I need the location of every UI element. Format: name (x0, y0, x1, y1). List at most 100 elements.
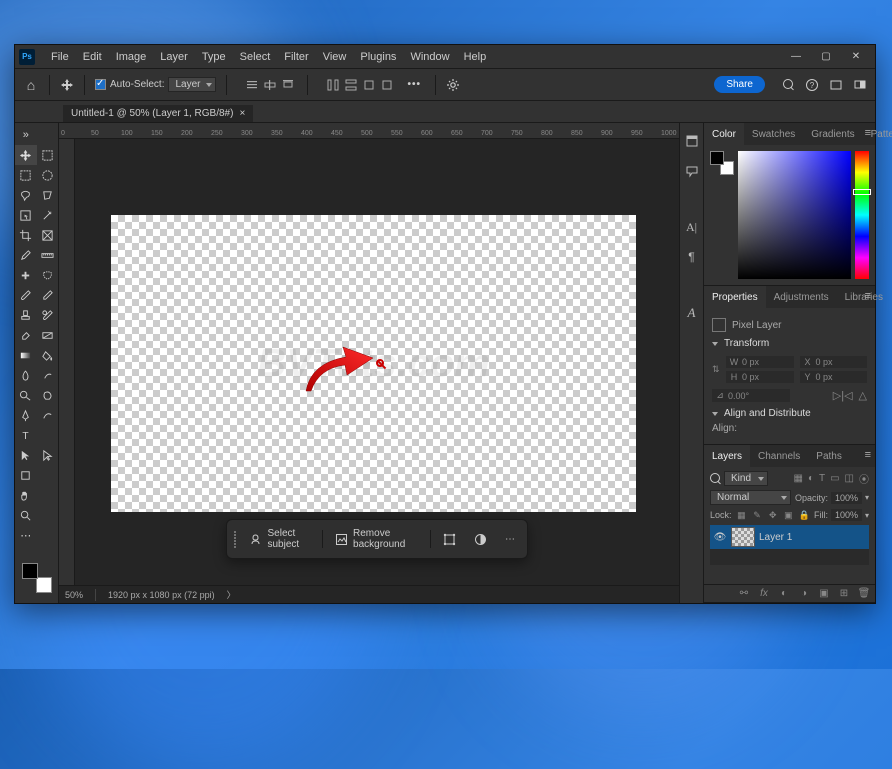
window-maximize-button[interactable]: ▢ (811, 48, 841, 66)
align-icon[interactable] (261, 76, 279, 94)
distribute-icon[interactable] (378, 76, 396, 94)
vtype-tool[interactable] (37, 425, 59, 445)
paragraph-panel-icon[interactable]: ¶ (684, 249, 700, 265)
freepen-tool[interactable] (37, 405, 59, 425)
lock-paint-icon[interactable]: ✎ (751, 510, 763, 521)
move-tool[interactable] (15, 145, 37, 165)
patch-tool[interactable] (37, 265, 59, 285)
panel-menu-icon[interactable]: ≡ (865, 449, 871, 461)
panel-menu-icon[interactable]: ≡ (865, 290, 871, 302)
stamp-tool[interactable] (15, 305, 37, 325)
menu-plugins[interactable]: Plugins (354, 49, 402, 65)
document-tab[interactable]: Untitled-1 @ 50% (Layer 1, RGB/8#) × (63, 105, 253, 122)
close-tab-icon[interactable]: × (239, 108, 245, 119)
smudge-tool[interactable] (37, 365, 59, 385)
layer-search-icon[interactable] (710, 473, 720, 484)
type-tool[interactable]: T (15, 425, 37, 445)
canvas-viewport[interactable]: BVTuts.com Select subject (75, 139, 679, 585)
menu-filter[interactable]: Filter (278, 49, 314, 65)
gear-icon[interactable] (446, 78, 460, 92)
dodge-tool[interactable] (15, 385, 37, 405)
group-icon[interactable]: ▣ (817, 588, 831, 599)
burn-tool[interactable] (37, 385, 59, 405)
auto-select-checkbox[interactable] (95, 79, 106, 90)
artboard-tool[interactable] (37, 145, 59, 165)
transform-section-toggle[interactable]: Transform (712, 338, 867, 349)
poly-lasso-tool[interactable] (37, 185, 59, 205)
cloud-icon[interactable] (829, 78, 843, 92)
flip-h-icon[interactable]: ▷|◁ (833, 389, 853, 402)
history-panel-icon[interactable] (684, 133, 700, 149)
panel-tab-properties[interactable]: Properties (704, 286, 766, 308)
lock-artboard-icon[interactable]: ▣ (783, 510, 795, 521)
history-brush-tool[interactable] (37, 305, 59, 325)
menu-view[interactable]: View (317, 49, 353, 65)
visibility-eye-icon[interactable]: 👁 (713, 530, 727, 544)
foreground-background-colors[interactable] (22, 563, 52, 593)
path-select-tool[interactable] (15, 445, 37, 465)
align-section-toggle[interactable]: Align and Distribute (712, 408, 867, 419)
filter-smart-icon[interactable]: ◫ (845, 473, 854, 484)
align-icon[interactable] (279, 76, 297, 94)
layer-filter-kind-dropdown[interactable]: Kind (724, 471, 768, 486)
menu-help[interactable]: Help (458, 49, 493, 65)
width-field[interactable]: W0 px (726, 356, 794, 368)
color-field[interactable] (738, 151, 851, 279)
pencil-tool[interactable] (37, 285, 59, 305)
fill-field[interactable]: 100% (831, 509, 862, 521)
new-layer-icon[interactable]: ⊞ (837, 588, 851, 599)
link-layers-icon[interactable]: ⚯ (737, 588, 751, 599)
glyphs-panel-icon[interactable]: A (684, 305, 700, 321)
character-panel-icon[interactable]: A| (684, 219, 700, 235)
gradient-tool[interactable] (15, 345, 37, 365)
adjustment-icon[interactable]: ◑ (797, 588, 811, 599)
bucket-tool[interactable] (37, 345, 59, 365)
mask-button[interactable] (466, 529, 495, 550)
more-options-icon[interactable]: ••• (404, 79, 426, 90)
heal-tool[interactable] (15, 265, 37, 285)
x-field[interactable]: X0 px (800, 356, 868, 368)
frame-tool[interactable] (37, 225, 59, 245)
ellipse-marquee-tool[interactable] (37, 165, 59, 185)
menu-select[interactable]: Select (234, 49, 277, 65)
fx-icon[interactable]: fx (757, 588, 771, 599)
shape-tool[interactable] (15, 465, 37, 485)
menu-edit[interactable]: Edit (77, 49, 108, 65)
crop-tool[interactable] (15, 225, 37, 245)
menu-type[interactable]: Type (196, 49, 232, 65)
home-icon[interactable] (23, 77, 39, 93)
lock-position-icon[interactable]: ✥ (767, 510, 779, 521)
pen-tool[interactable] (15, 405, 37, 425)
more-button[interactable]: ⋯ (497, 530, 523, 549)
filter-shape-icon[interactable]: ▭ (830, 473, 839, 484)
transform-button[interactable] (435, 529, 464, 550)
lock-all-icon[interactable]: 🔒 (798, 510, 810, 521)
share-button[interactable]: Share (714, 76, 765, 93)
filter-adjust-icon[interactable]: ◐ (808, 473, 814, 484)
brush-tool[interactable] (15, 285, 37, 305)
blur-tool[interactable] (15, 365, 37, 385)
zoom-tool[interactable] (15, 505, 37, 525)
lasso-tool[interactable] (15, 185, 37, 205)
edit-toolbar-icon[interactable]: ⋯ (15, 525, 37, 545)
flip-v-icon[interactable]: △ (859, 389, 867, 402)
height-field[interactable]: H0 px (726, 371, 794, 383)
layer-thumbnail[interactable] (731, 527, 755, 547)
doc-info-chevron-icon[interactable]: 〉 (227, 588, 236, 601)
filter-pixel-icon[interactable]: ▦ (793, 473, 802, 484)
layer-name[interactable]: Layer 1 (759, 532, 792, 543)
hue-slider[interactable] (855, 151, 869, 279)
menu-window[interactable]: Window (404, 49, 455, 65)
search-icon[interactable] (781, 78, 795, 92)
distribute-icon[interactable] (342, 76, 360, 94)
distribute-icon[interactable] (360, 76, 378, 94)
auto-select-target-dropdown[interactable]: Layer (168, 77, 215, 92)
align-icon[interactable] (243, 76, 261, 94)
workspace-icon[interactable] (853, 78, 867, 92)
drag-handle-icon[interactable] (231, 531, 239, 548)
distribute-icon[interactable] (324, 76, 342, 94)
gradient-eraser-tool[interactable] (37, 325, 59, 345)
menu-layer[interactable]: Layer (154, 49, 194, 65)
blend-mode-dropdown[interactable]: Normal (710, 490, 791, 505)
eyedropper-tool[interactable] (15, 245, 37, 265)
